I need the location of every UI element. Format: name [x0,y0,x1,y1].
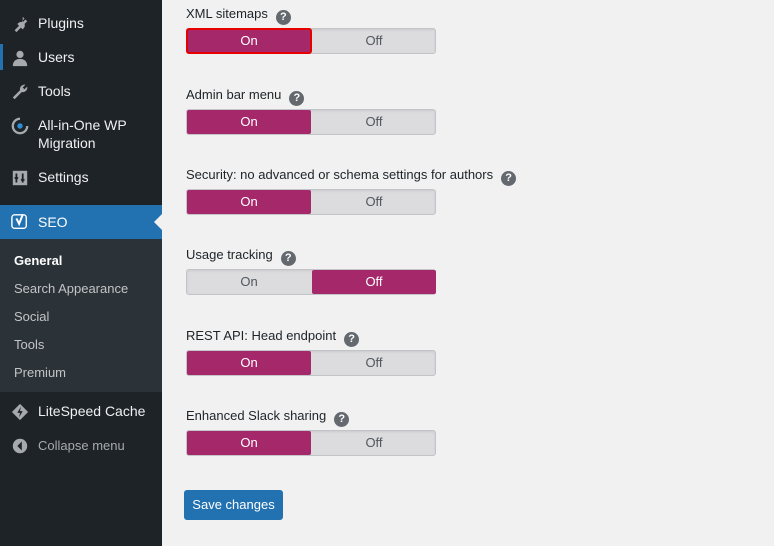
sidebar-item-label-line2: Migration [38,135,96,151]
migration-icon [11,117,29,135]
setting-label: Security: no advanced or schema settings… [186,167,494,182]
setting-label-row: REST API: Head endpoint? [186,328,360,347]
sidebar-item-label: LiteSpeed Cache [38,403,146,419]
help-icon[interactable]: ? [334,412,350,427]
setting-label-row: Admin bar menu? [186,87,305,106]
setting-label-row: XML sitemaps? [186,6,291,25]
toggle-xml-sitemaps: On Off [186,28,436,54]
sidebar-item-settings[interactable]: Settings [0,168,162,188]
current-arrow [154,214,162,230]
help-icon[interactable]: ? [275,10,291,25]
sidebar-item-label: SEO [38,214,68,230]
toggle-admin-bar-menu: On Off [186,109,436,135]
setting-label: XML sitemaps [186,6,268,21]
sidebar-item-plugins[interactable]: Plugins [0,14,162,34]
toggle-off-option[interactable]: Off [312,190,436,214]
sidebar-item-label: Plugins [38,15,84,31]
settings-panel: XML sitemaps? On Off Admin bar menu? On … [162,0,774,546]
sidebar-item-litespeed-cache[interactable]: LiteSpeed Cache [0,402,162,422]
setting-label: Admin bar menu [186,87,282,102]
toggle-on-option[interactable]: On [186,28,312,54]
sidebar-item-label-line1: All-in-One WP [38,117,127,133]
sidebar-item-label: Users [38,49,75,65]
toggle-on-option[interactable]: On [187,351,311,375]
submenu-item-general[interactable]: General [14,253,62,268]
wrench-icon [12,84,28,100]
toggle-on-option[interactable]: On [187,270,311,294]
collapse-menu-button[interactable]: Collapse menu [0,437,162,457]
sidebar-item-label: Collapse menu [38,438,125,453]
help-icon[interactable]: ? [501,171,517,186]
toggle-off-option[interactable]: Off [312,29,436,53]
sidebar-item-label: Tools [38,83,71,99]
setting-label: REST API: Head endpoint [186,328,337,343]
help-icon[interactable]: ? [280,251,296,266]
toggle-on-option[interactable]: On [187,110,311,134]
sidebar-item-tools[interactable]: Tools [0,82,162,102]
setting-label: Usage tracking [186,247,273,262]
toggle-off-option[interactable]: Off [312,351,436,375]
sidebar-item-seo[interactable]: SEO [0,205,162,239]
setting-label-row: Usage tracking? [186,247,296,266]
toggle-enhanced-slack-sharing: On Off [186,430,436,456]
save-changes-button[interactable]: Save changes [184,490,283,520]
setting-label-row: Security: no advanced or schema settings… [186,167,517,186]
submenu-item-tools[interactable]: Tools [14,337,44,352]
toggle-on-option[interactable]: On [187,190,311,214]
toggle-off-option[interactable]: Off [312,270,436,294]
litespeed-icon [11,403,29,421]
submenu-item-premium[interactable]: Premium [14,365,66,380]
setting-label: Enhanced Slack sharing [186,408,327,423]
help-icon[interactable]: ? [344,332,360,347]
submenu-item-social[interactable]: Social [14,309,49,324]
help-icon[interactable]: ? [289,91,305,106]
toggle-usage-tracking: On Off [186,269,436,295]
settings-icon [12,170,28,186]
toggle-on-option[interactable]: On [187,431,311,455]
toggle-off-option[interactable]: Off [312,110,436,134]
collapse-icon [12,438,28,454]
sidebar-item-all-in-one-wp-migration[interactable]: All-in-One WP Migration [0,116,162,154]
sidebar-item-label: Settings [38,169,89,185]
plugin-icon [14,16,28,33]
yoast-icon [11,214,28,230]
admin-sidebar: Plugins Users Tools All-in-One WP Migrat… [0,0,162,546]
users-icon [12,50,28,67]
seo-submenu: General Search Appearance Social Tools P… [0,239,162,392]
setting-label-row: Enhanced Slack sharing? [186,408,350,427]
toggle-off-option[interactable]: Off [312,431,436,455]
toggle-rest-api-head-endpoint: On Off [186,350,436,376]
toggle-security: On Off [186,189,436,215]
sidebar-item-users[interactable]: Users [0,48,162,68]
submenu-item-search-appearance[interactable]: Search Appearance [14,281,128,296]
